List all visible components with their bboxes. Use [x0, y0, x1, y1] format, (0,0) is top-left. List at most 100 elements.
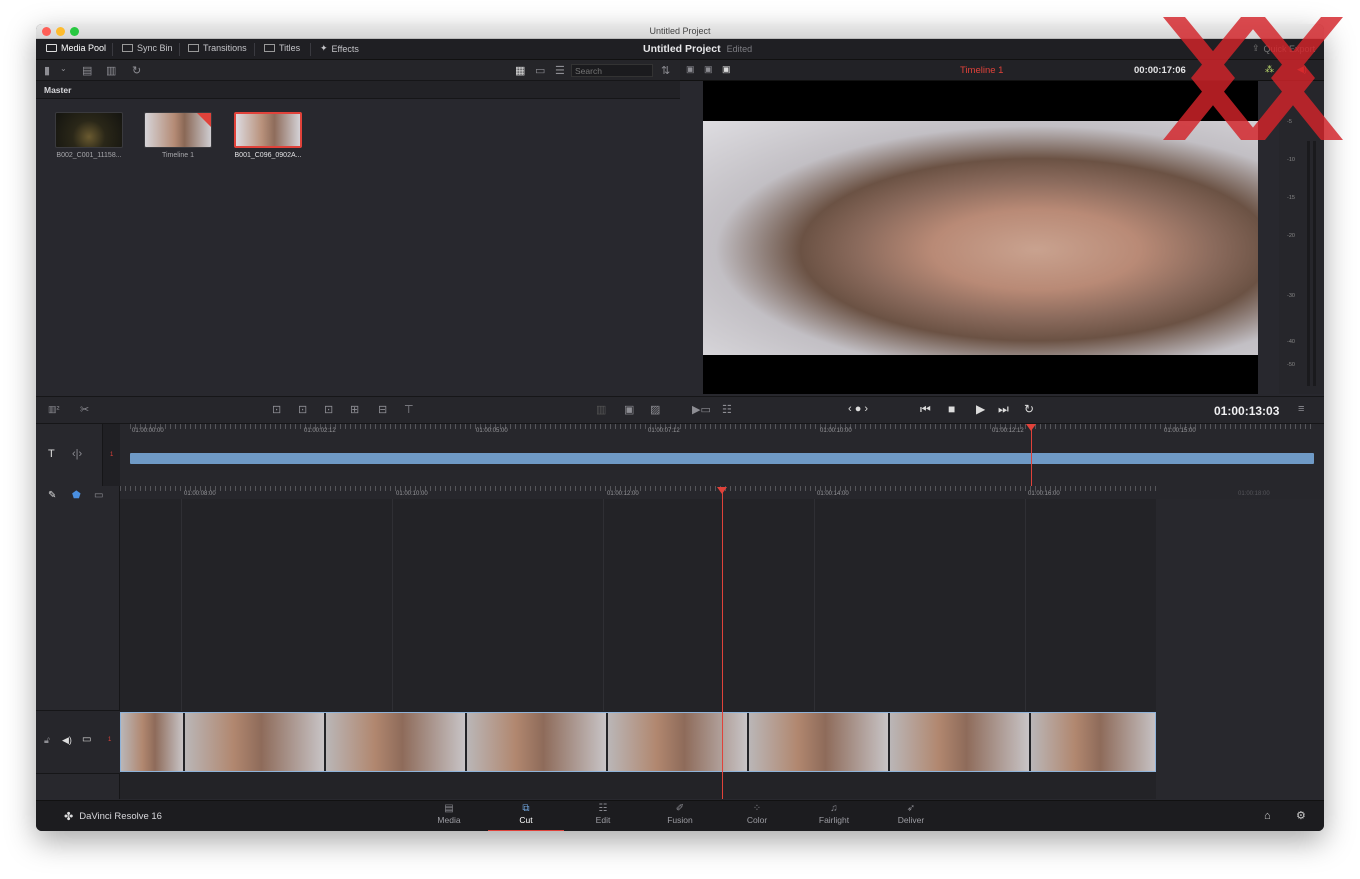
clip-name: B001_C096_0902A...: [234, 152, 302, 159]
chevron-down-icon[interactable]: ⌄: [60, 64, 67, 73]
fairlight-page-icon: ♫: [830, 803, 838, 814]
timeline-clip[interactable]: Timeline 1: [143, 112, 213, 159]
video-clip-filmstrip[interactable]: [120, 712, 1156, 772]
blade-tool-icon[interactable]: ✎: [48, 490, 56, 501]
tab-label: Fairlight: [818, 815, 850, 825]
panel-toggle-icon[interactable]: ▮: [44, 64, 50, 77]
detail-playhead: [722, 491, 723, 799]
source-clip-icon[interactable]: ▣: [686, 64, 695, 75]
video-track-header: 🔓︎ ◀) ▭ 1: [36, 710, 120, 774]
scissors-icon[interactable]: ✂: [80, 403, 89, 416]
gear-icon[interactable]: ⚙: [1296, 809, 1306, 822]
ripple-overwrite-icon[interactable]: ⊡: [324, 403, 333, 416]
safe-area-icon[interactable]: ▨: [650, 403, 660, 416]
close-window-button[interactable]: [42, 27, 51, 36]
timeline-viewer-icon[interactable]: ▣: [722, 64, 731, 75]
play-icon[interactable]: ▶: [976, 402, 985, 416]
stop-icon[interactable]: ■: [948, 402, 955, 416]
tab-edit[interactable]: ☷ Edit: [565, 803, 641, 831]
media-pool-button[interactable]: Media Pool: [46, 43, 106, 53]
skip-to-start-icon[interactable]: ⏮: [920, 402, 931, 417]
bin-settings-icon[interactable]: ▥²: [48, 404, 60, 415]
tab-fusion[interactable]: ✐ Fusion: [642, 803, 718, 831]
film-frame: [608, 713, 749, 771]
source-overwrite-icon[interactable]: ⊤: [404, 403, 414, 416]
tab-label: Edit: [595, 815, 611, 825]
options-menu-icon[interactable]: ≡: [1298, 403, 1304, 415]
lock-icon[interactable]: 🔓︎: [44, 735, 50, 746]
audio-toggle-icon[interactable]: ◀): [62, 735, 72, 746]
marker-icon[interactable]: ⬟: [72, 490, 81, 501]
film-frame: [749, 713, 890, 771]
tab-fairlight[interactable]: ♫ Fairlight: [796, 803, 872, 831]
close-up-icon[interactable]: ⊞: [350, 403, 359, 416]
timeline-flag-icon: [197, 113, 211, 127]
film-frame: [1031, 713, 1155, 771]
ruler-mark: 01:00:00:00: [132, 428, 164, 434]
app-brand: ✤ DaVinci Resolve 16: [64, 810, 162, 823]
track-number-cell: 1: [102, 424, 120, 486]
ruler-mark: 01:00:02:12: [304, 428, 336, 434]
import-folder-icon[interactable]: ▥: [106, 64, 116, 77]
ruler-mark: 01:00:12:00: [607, 491, 639, 497]
tab-label: Color: [746, 815, 768, 825]
timeline-clip-bar[interactable]: [130, 453, 1314, 464]
project-name: Untitled Project: [643, 43, 721, 55]
tab-color[interactable]: ⁘ Color: [719, 803, 795, 831]
zoom-window-button[interactable]: [70, 27, 79, 36]
match-frame-icon[interactable]: ▣: [624, 403, 634, 416]
tools-icon[interactable]: ☷: [722, 403, 732, 416]
source-tape-icon[interactable]: ▣: [704, 64, 713, 75]
text-tool-icon[interactable]: T: [48, 448, 55, 460]
playback-mode-icon[interactable]: ▶▭: [692, 403, 711, 416]
shuttle-icon[interactable]: ‹ ● ›: [848, 403, 868, 415]
video-frame: [703, 121, 1258, 355]
sync-bin-label: Sync Bin: [137, 43, 173, 53]
grid-line: [814, 499, 815, 711]
titles-button[interactable]: Titles: [264, 43, 300, 53]
sync-bin-icon: [122, 44, 133, 52]
grid-line: [603, 499, 604, 711]
film-frame: [121, 713, 185, 771]
transitions-button[interactable]: Transitions: [188, 43, 247, 53]
sync-bin-button[interactable]: Sync Bin: [122, 43, 173, 53]
control-bar: ▥² ✂ ⊡ ⊡ ⊡ ⊞ ⊟ ⊤ ▥ ▣ ▨ ▶▭ ☷ ‹ ● › ⏮ ■ ▶ …: [36, 396, 1324, 424]
smart-insert-icon[interactable]: ⊡: [272, 403, 281, 416]
title-bar: Untitled Project: [36, 24, 1324, 39]
search-input[interactable]: [571, 64, 653, 77]
minimize-window-button[interactable]: [56, 27, 65, 36]
snap-icon[interactable]: ‹|›: [72, 448, 82, 460]
titles-label: Titles: [279, 43, 301, 53]
sort-icon[interactable]: ⇅: [661, 64, 670, 77]
effects-button[interactable]: ✦ Effects: [320, 43, 359, 54]
tab-deliver[interactable]: ➶ Deliver: [873, 803, 949, 831]
timeline-name: Timeline 1: [960, 65, 1004, 76]
media-clip[interactable]: B002_C001_11158...: [54, 112, 124, 159]
skip-to-end-icon[interactable]: ⏭: [998, 402, 1009, 417]
titles-icon: [264, 44, 275, 52]
tab-label: Cut: [519, 815, 533, 825]
media-pool-icon: [46, 44, 57, 52]
trim-start-icon[interactable]: ▥: [596, 403, 606, 416]
zoom-icon[interactable]: ▭: [94, 490, 103, 501]
import-media-icon[interactable]: ▤: [82, 64, 92, 77]
tab-media[interactable]: ▤ Media: [411, 803, 487, 831]
edit-page-icon: ☷: [598, 803, 608, 814]
loop-icon[interactable]: ↻: [1024, 402, 1034, 416]
filmstrip-view-icon[interactable]: ▭: [535, 64, 545, 77]
effects-wand-icon: ✦: [320, 43, 328, 53]
meter-label: -15: [1287, 195, 1295, 201]
current-timecode: 01:00:13:03: [1214, 404, 1280, 418]
media-page-icon: ▤: [444, 803, 454, 814]
home-icon[interactable]: ⌂: [1264, 810, 1271, 822]
thumbnail-view-icon[interactable]: ▦: [515, 64, 525, 77]
place-on-top-icon[interactable]: ⊟: [378, 403, 387, 416]
video-toggle-icon[interactable]: ▭: [82, 734, 91, 745]
media-pool-toolbar: ▮ ⌄ ▤ ▥ ↻ ▦ ▭ ☰ ⇅: [36, 60, 680, 81]
sync-icon[interactable]: ↻: [132, 64, 141, 77]
tab-cut[interactable]: ⧉ Cut: [488, 803, 564, 831]
list-view-icon[interactable]: ☰: [555, 64, 565, 77]
selected-media-clip[interactable]: B001_C096_0902A...: [233, 112, 303, 159]
append-icon[interactable]: ⊡: [298, 403, 307, 416]
tab-label: Deliver: [897, 815, 925, 825]
